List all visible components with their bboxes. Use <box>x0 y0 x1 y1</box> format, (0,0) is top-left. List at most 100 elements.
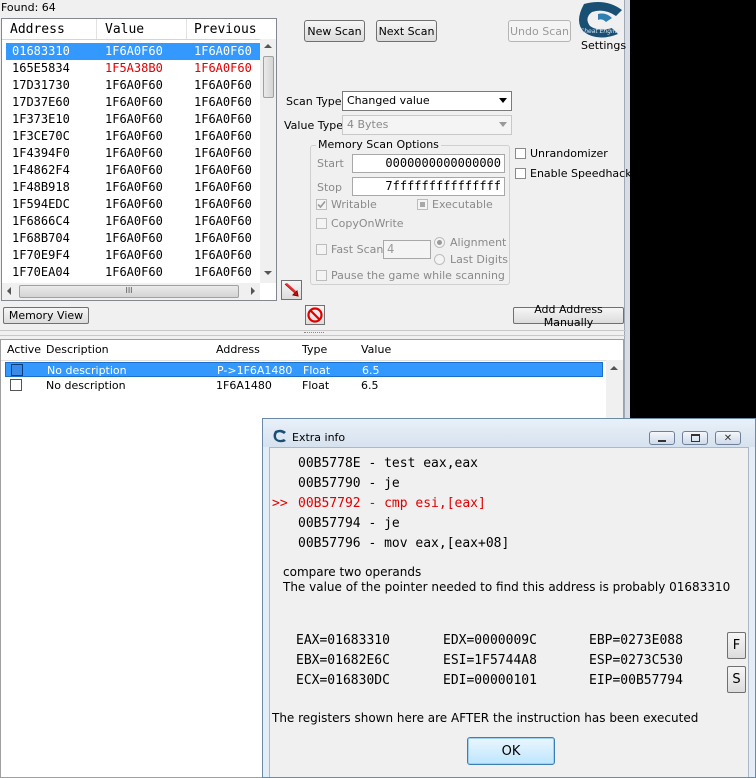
column-address[interactable]: Address <box>10 22 65 37</box>
scroll-left-arrow-icon[interactable] <box>7 287 11 295</box>
column-value[interactable]: Value <box>105 22 144 37</box>
register-value: EAX=01683310 <box>296 633 390 648</box>
register-value: ECX=016830DC <box>296 673 390 688</box>
column-type[interactable]: Type <box>302 343 327 356</box>
register-value: ESI=1F5744A8 <box>443 653 537 668</box>
alignment-label: Alignment <box>450 236 507 249</box>
cell-previous: 1F6A0F60 <box>194 129 252 143</box>
splitter[interactable] <box>0 330 626 336</box>
scroll-down-arrow-icon[interactable] <box>264 271 272 275</box>
cell-previous: 1F6A0F60 <box>194 146 252 160</box>
minimize-icon[interactable] <box>649 431 675 445</box>
table-row[interactable]: 1F70EA04 1F6A0F60 1F6A0F60 <box>9 264 259 281</box>
table-row[interactable]: 1F594EDC 1F6A0F60 1F6A0F60 <box>9 196 259 213</box>
value-type-label: Value Type <box>284 119 343 132</box>
float-registers-button[interactable]: F <box>727 632 746 659</box>
pause-game-checkbox[interactable] <box>316 270 327 281</box>
column-value[interactable]: Value <box>361 343 391 356</box>
scroll-up-arrow-icon[interactable] <box>264 44 272 48</box>
scroll-right-arrow-icon[interactable] <box>251 287 255 295</box>
cell-value: 1F6A0F60 <box>105 44 163 58</box>
hscroll-thumb[interactable]: III <box>19 285 239 298</box>
clear-list-button[interactable] <box>305 305 325 325</box>
unrandomizer-checkbox[interactable] <box>515 148 526 159</box>
new-scan-button[interactable]: New Scan <box>304 20 365 42</box>
table-row[interactable]: 1F48B918 1F6A0F60 1F6A0F60 <box>9 179 259 196</box>
column-divider <box>96 19 97 39</box>
maximize-icon[interactable] <box>682 431 708 445</box>
register-value: EBX=01682E6C <box>296 653 390 668</box>
table-row[interactable]: 17D37E60 1F6A0F60 1F6A0F60 <box>9 94 259 111</box>
horizontal-scrollbar[interactable]: III <box>2 283 260 300</box>
active-checkbox[interactable] <box>11 364 23 376</box>
address-row[interactable]: No description P->1F6A1480 Float 6.5 <box>5 362 603 377</box>
scan-type-select[interactable]: Changed value <box>342 91 512 111</box>
cell-address: 1F6A1480 <box>216 379 272 392</box>
chevron-down-icon <box>499 98 507 103</box>
cell-address: 17D31730 <box>12 78 70 92</box>
column-active[interactable]: Active <box>7 343 41 356</box>
settings-label[interactable]: Settings <box>581 39 626 52</box>
scroll-up-arrow-icon[interactable] <box>610 366 618 370</box>
table-row[interactable]: 1F373E10 1F6A0F60 1F6A0F60 <box>9 111 259 128</box>
table-row[interactable]: 17D31730 1F6A0F60 1F6A0F60 <box>9 77 259 94</box>
column-address[interactable]: Address <box>216 343 260 356</box>
table-row[interactable]: 165E5834 1F5A38B0 1F6A0F60 <box>9 60 259 77</box>
executable-label: Executable <box>432 198 493 211</box>
start-address-field[interactable]: 0000000000000000 <box>352 154 505 173</box>
writable-checkbox[interactable] <box>316 199 327 210</box>
column-previous[interactable]: Previous <box>194 22 257 37</box>
register-value: EIP=00B57794 <box>589 673 683 688</box>
next-scan-button[interactable]: Next Scan <box>376 20 437 42</box>
cell-address: 1F6866C4 <box>12 214 70 228</box>
add-to-list-button[interactable] <box>281 280 302 300</box>
alignment-radio[interactable] <box>434 237 445 248</box>
scan-results-list[interactable]: Address Value Previous 01683310 1F6A0F60 1… <box>1 18 277 301</box>
scan-type-label: Scan Type <box>286 95 342 108</box>
table-row[interactable]: 1F3CE70C 1F6A0F60 1F6A0F60 <box>9 128 259 145</box>
cell-previous: 1F6A0F60 <box>194 265 252 279</box>
table-row[interactable]: 1F4394F0 1F6A0F60 1F6A0F60 <box>9 145 259 162</box>
cell-previous: 1F6A0F60 <box>194 112 252 126</box>
cell-address: 01683310 <box>12 44 70 58</box>
extra-info-dialog: Extra info ✕ 00B5778E - test eax,eax 00B5… <box>262 418 756 778</box>
copyonwrite-checkbox[interactable] <box>316 218 327 229</box>
dialog-titlebar[interactable]: Extra info ✕ <box>263 419 755 447</box>
value-type-select[interactable]: 4 Bytes <box>342 115 512 135</box>
cell-address: 1F4394F0 <box>12 146 70 160</box>
fast-scan-checkbox[interactable] <box>316 244 327 255</box>
address-row[interactable]: No description 1F6A1480 Float 6.5 <box>5 378 621 393</box>
undo-scan-button[interactable]: Undo Scan <box>508 20 571 42</box>
pointer-info: The value of the pointer needed to find … <box>283 580 731 594</box>
table-row[interactable]: 1F6866C4 1F6A0F60 1F6A0F60 <box>9 213 259 230</box>
scroll-thumb[interactable] <box>263 56 274 98</box>
stop-address-field[interactable]: 7fffffffffffffff <box>352 177 505 196</box>
add-address-manually-button[interactable]: Add Address Manually <box>513 303 624 329</box>
cheat-engine-logo[interactable]: Cheat Engine <box>576 0 626 40</box>
last-digits-label: Last Digits <box>450 253 509 266</box>
cell-address: 17D37E60 <box>12 95 70 109</box>
registers-note: The registers shown here are AFTER the i… <box>272 711 699 725</box>
cell-previous: 1F6A0F60 <box>194 197 252 211</box>
table-row[interactable]: 01683310 1F6A0F60 1F6A0F60 <box>9 43 259 60</box>
stack-button[interactable]: S <box>727 666 746 693</box>
table-row[interactable]: 1F68B704 1F6A0F60 1F6A0F60 <box>9 230 259 247</box>
fast-scan-field[interactable]: 4 <box>383 240 431 259</box>
instruction-description: compare two operands <box>283 565 422 579</box>
memory-view-button[interactable]: Memory View <box>3 307 89 324</box>
table-row[interactable]: 1F4862F4 1F6A0F60 1F6A0F60 <box>9 162 259 179</box>
cell-value: 1F6A0F60 <box>105 214 163 228</box>
executable-indeterminate <box>420 202 425 207</box>
ok-button[interactable]: OK <box>467 737 555 765</box>
executable-checkbox[interactable] <box>417 199 428 210</box>
speedhack-checkbox[interactable] <box>515 168 526 179</box>
cell-address: 1F70E9F4 <box>12 248 70 262</box>
cell-previous: 1F6A0F60 <box>194 180 252 194</box>
last-digits-radio[interactable] <box>434 254 445 265</box>
vertical-scrollbar[interactable] <box>260 39 276 283</box>
table-row[interactable]: 1F70E9F4 1F6A0F60 1F6A0F60 <box>9 247 259 264</box>
column-description[interactable]: Description <box>46 343 109 356</box>
active-checkbox[interactable] <box>10 379 22 391</box>
close-icon[interactable]: ✕ <box>715 431 741 445</box>
cell-address: P->1F6A1480 <box>217 364 293 377</box>
